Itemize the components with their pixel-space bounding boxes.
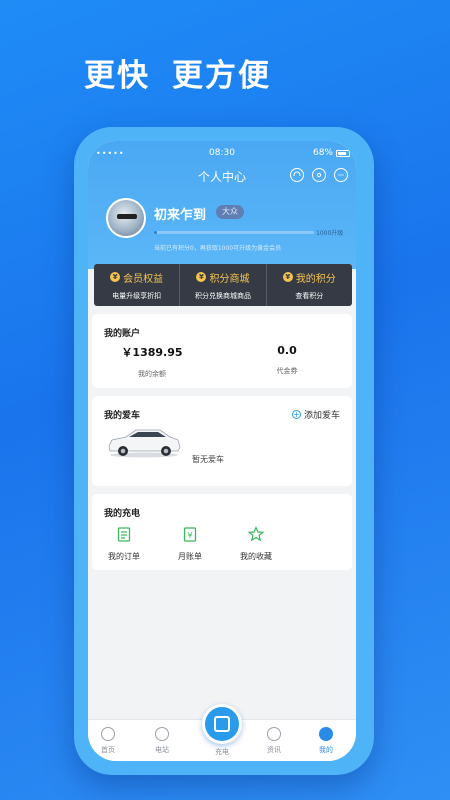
battery-icon	[336, 149, 350, 157]
charge-item-label: 我的订单	[108, 552, 140, 561]
benefit-points-mall[interactable]: ¥ 积分商城 积分兑换商城商品	[179, 264, 265, 306]
balance-label: 我的余额	[138, 370, 166, 378]
benefit-title: ¥ 积分商城	[196, 270, 249, 285]
coin-icon: ¥	[282, 272, 293, 282]
battery-percent: 68%	[312, 148, 333, 158]
battery-indicator: 68%	[313, 148, 350, 158]
star-icon	[247, 526, 265, 542]
benefit-title-text: 我的积分	[295, 273, 336, 285]
my-favorites-button[interactable]: 我的收藏	[226, 526, 286, 562]
tab-station[interactable]: 电站	[142, 727, 182, 755]
tab-label: 资讯	[267, 746, 281, 754]
coin-icon: ¥	[196, 272, 207, 282]
headline-part-2: 更方便	[172, 58, 271, 94]
tab-home[interactable]: 首页	[88, 727, 128, 755]
points-note: 当前已有积分0，再获取1000可升级为黄金会员	[154, 245, 282, 252]
news-icon	[267, 727, 281, 741]
benefit-subtitle: 查看积分	[295, 291, 324, 300]
headset-icon[interactable]	[290, 168, 304, 182]
add-car-label: 添加爱车	[303, 411, 340, 421]
charge-item-label: 月账单	[178, 552, 202, 561]
benefits-bar: ¥ 会员权益 电量升级享折扣 ¥ 积分商城 积分兑换商城商品 ¥ 我的积分 查看…	[94, 264, 352, 306]
bill-icon: ¥	[183, 527, 197, 542]
level-progress-label: 1000升级	[316, 230, 344, 237]
tab-label: 我的	[319, 746, 333, 754]
benefit-title: ¥ 会员权益	[110, 270, 163, 285]
monthly-bill-button[interactable]: ¥ 月账单	[160, 526, 220, 562]
account-card: 我的账户 ￥1389.95 我的余额 0.0 代金券	[92, 314, 352, 388]
balance-value: ￥1389.95	[121, 346, 183, 359]
account-title: 我的账户	[104, 329, 141, 339]
level-progress-fill	[154, 231, 158, 234]
header-actions	[290, 168, 348, 182]
charge-item-label: 我的收藏	[240, 552, 272, 561]
benefit-title-text: 会员权益	[123, 273, 164, 285]
benefit-my-points[interactable]: ¥ 我的积分 查看积分	[265, 264, 352, 306]
order-icon	[117, 527, 131, 542]
coupon-value: 0.0	[277, 344, 297, 357]
my-charging-card: 我的充电 我的订单 ¥ 月账单 我的收藏	[92, 494, 352, 570]
bottom-tab-bar: 首页 电站 充电 资讯 我的	[88, 704, 356, 761]
home-icon	[101, 727, 115, 741]
username: 初来乍到	[154, 208, 207, 223]
app-screen: ••••• 08:30 68% 个人中心 初来乍到 大众 1000升级 当前已有…	[88, 141, 356, 761]
benefit-title: ¥ 我的积分	[282, 270, 336, 285]
station-icon	[155, 727, 169, 741]
svg-text:¥: ¥	[187, 531, 192, 540]
tab-label: 首页	[101, 746, 115, 754]
headline-part-1: 更快	[84, 58, 150, 94]
status-bar: ••••• 08:30 68%	[88, 146, 356, 162]
benefit-subtitle: 电量升级享折扣	[112, 291, 162, 300]
car-image	[108, 429, 181, 458]
my-orders-button[interactable]: 我的订单	[94, 526, 154, 562]
member-level-badge: 大众	[216, 205, 244, 219]
coupon-item[interactable]: 0.0 代金券	[227, 344, 347, 376]
benefit-subtitle: 积分兑换商城商品	[194, 291, 251, 300]
message-icon[interactable]	[334, 168, 348, 182]
level-badge-label: 大众	[222, 207, 238, 216]
benefit-member-rights[interactable]: ¥ 会员权益 电量升级享折扣	[94, 264, 179, 306]
charge-scan-button[interactable]	[202, 704, 242, 744]
scan-icon	[214, 716, 230, 732]
add-car-button[interactable]: + 添加爱车	[291, 408, 340, 421]
coupon-label: 代金券	[276, 367, 298, 375]
no-car-label: 暂无爱车	[192, 455, 224, 464]
tab-label: 充电	[215, 748, 229, 756]
settings-icon[interactable]	[312, 168, 326, 182]
tab-label: 电站	[155, 746, 169, 754]
my-cars-title: 我的爱车	[104, 411, 141, 421]
my-cars-card: 我的爱车 + 添加爱车 暂无爱车	[92, 396, 352, 486]
plus-icon: +	[291, 410, 301, 419]
benefit-title-text: 积分商城	[209, 273, 250, 285]
tab-mine[interactable]: 我的	[306, 727, 346, 755]
promo-headline: 更快 更方便	[84, 50, 271, 95]
my-charging-title: 我的充电	[104, 509, 141, 519]
balance-item[interactable]: ￥1389.95 我的余额	[92, 344, 212, 379]
avatar[interactable]	[106, 198, 146, 238]
profile-icon	[319, 727, 333, 741]
level-progress-bar	[154, 231, 314, 234]
coin-icon: ¥	[110, 272, 121, 282]
tab-news[interactable]: 资讯	[254, 727, 294, 755]
